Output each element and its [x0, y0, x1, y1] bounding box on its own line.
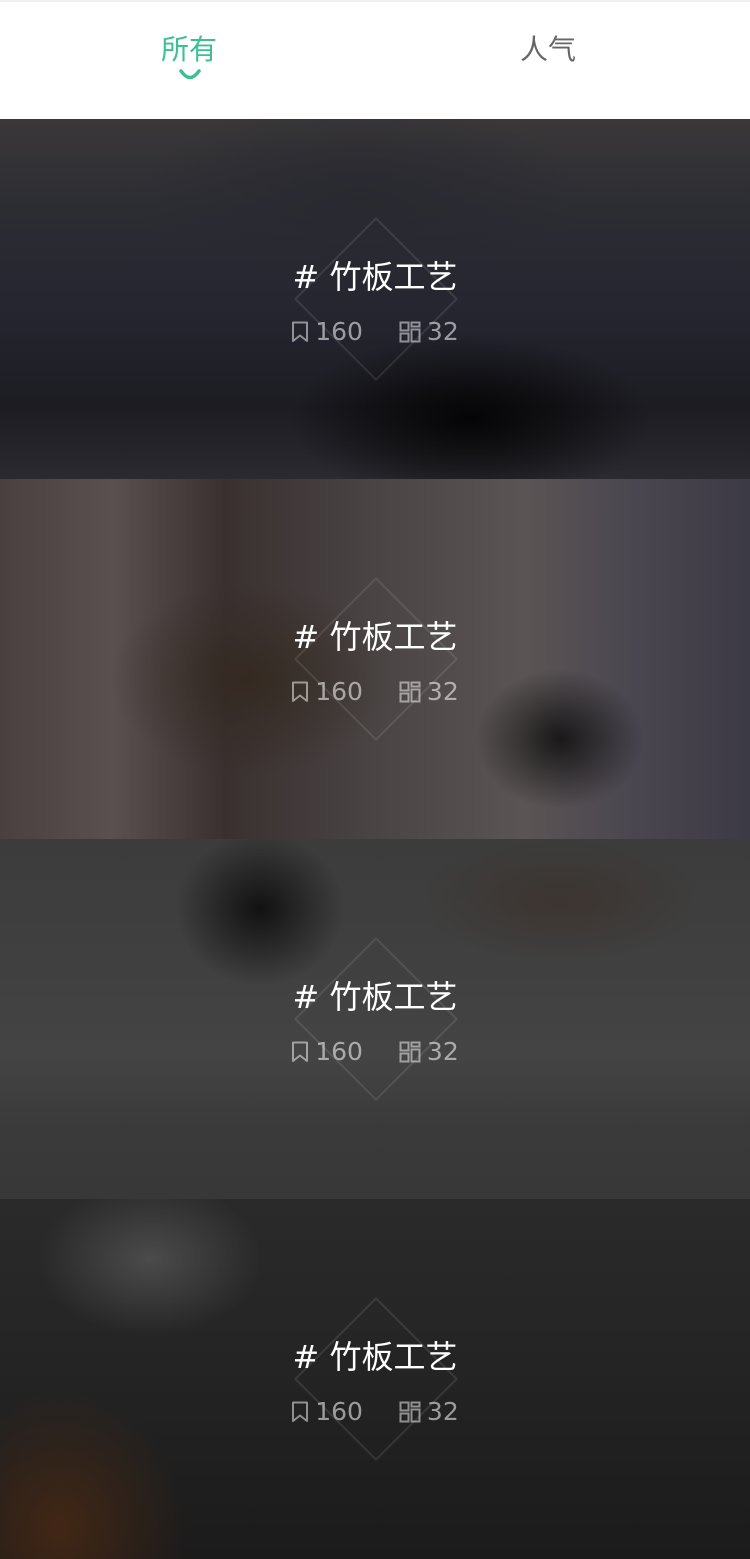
tab-popular-label: 人气 [519, 33, 576, 66]
card-title: # 竹板工艺 [292, 1338, 458, 1376]
tab-bar: 所有 人气 [0, 0, 750, 119]
bookmark-icon [292, 1401, 309, 1422]
topic-card[interactable]: # 竹板工艺 160 32 [0, 1199, 750, 1559]
topic-card[interactable]: # 竹板工艺 160 32 [0, 119, 750, 479]
card-stats: 160 32 [0, 315, 750, 352]
tab-popular[interactable]: 人气 [448, 30, 648, 70]
topic-card[interactable]: # 竹板工艺 160 32 [0, 479, 750, 839]
card-title: # 竹板工艺 [292, 258, 458, 296]
active-tab-smile-indicator [179, 69, 201, 80]
topic-list: # 竹板工艺 160 32 # 竹板工艺 160 32 # 竹板工艺 160 3… [0, 119, 750, 1559]
bookmark-icon [292, 1041, 309, 1062]
card-title: # 竹板工艺 [292, 978, 458, 1016]
bookmark-stat: 160 [291, 1035, 363, 1069]
tab-all[interactable]: 所有 [89, 30, 289, 70]
bookmark-icon [292, 321, 309, 342]
card-stats: 160 32 [0, 1395, 750, 1432]
bookmark-count: 160 [315, 317, 363, 346]
tab-all-label: 所有 [160, 33, 217, 66]
bookmark-icon [292, 681, 309, 702]
topic-card[interactable]: # 竹板工艺 160 32 [0, 839, 750, 1199]
bookmark-count: 160 [315, 1397, 363, 1426]
grid-icon [399, 1401, 421, 1423]
item-count: 32 [426, 677, 459, 706]
item-stat: 32 [399, 315, 459, 349]
bookmark-stat: 160 [291, 315, 363, 349]
grid-icon [399, 321, 421, 343]
item-count: 32 [426, 317, 459, 346]
bookmark-count: 160 [315, 1037, 363, 1066]
item-count: 32 [426, 1397, 459, 1426]
item-count: 32 [426, 1037, 459, 1066]
bookmark-stat: 160 [291, 1395, 363, 1429]
item-stat: 32 [399, 1395, 459, 1429]
item-stat: 32 [399, 1035, 459, 1069]
card-stats: 160 32 [0, 1035, 750, 1072]
grid-icon [399, 1041, 421, 1063]
item-stat: 32 [399, 675, 459, 709]
card-title: # 竹板工艺 [292, 618, 458, 656]
bookmark-stat: 160 [291, 675, 363, 709]
card-stats: 160 32 [0, 675, 750, 712]
bookmark-count: 160 [315, 677, 363, 706]
grid-icon [399, 681, 421, 703]
